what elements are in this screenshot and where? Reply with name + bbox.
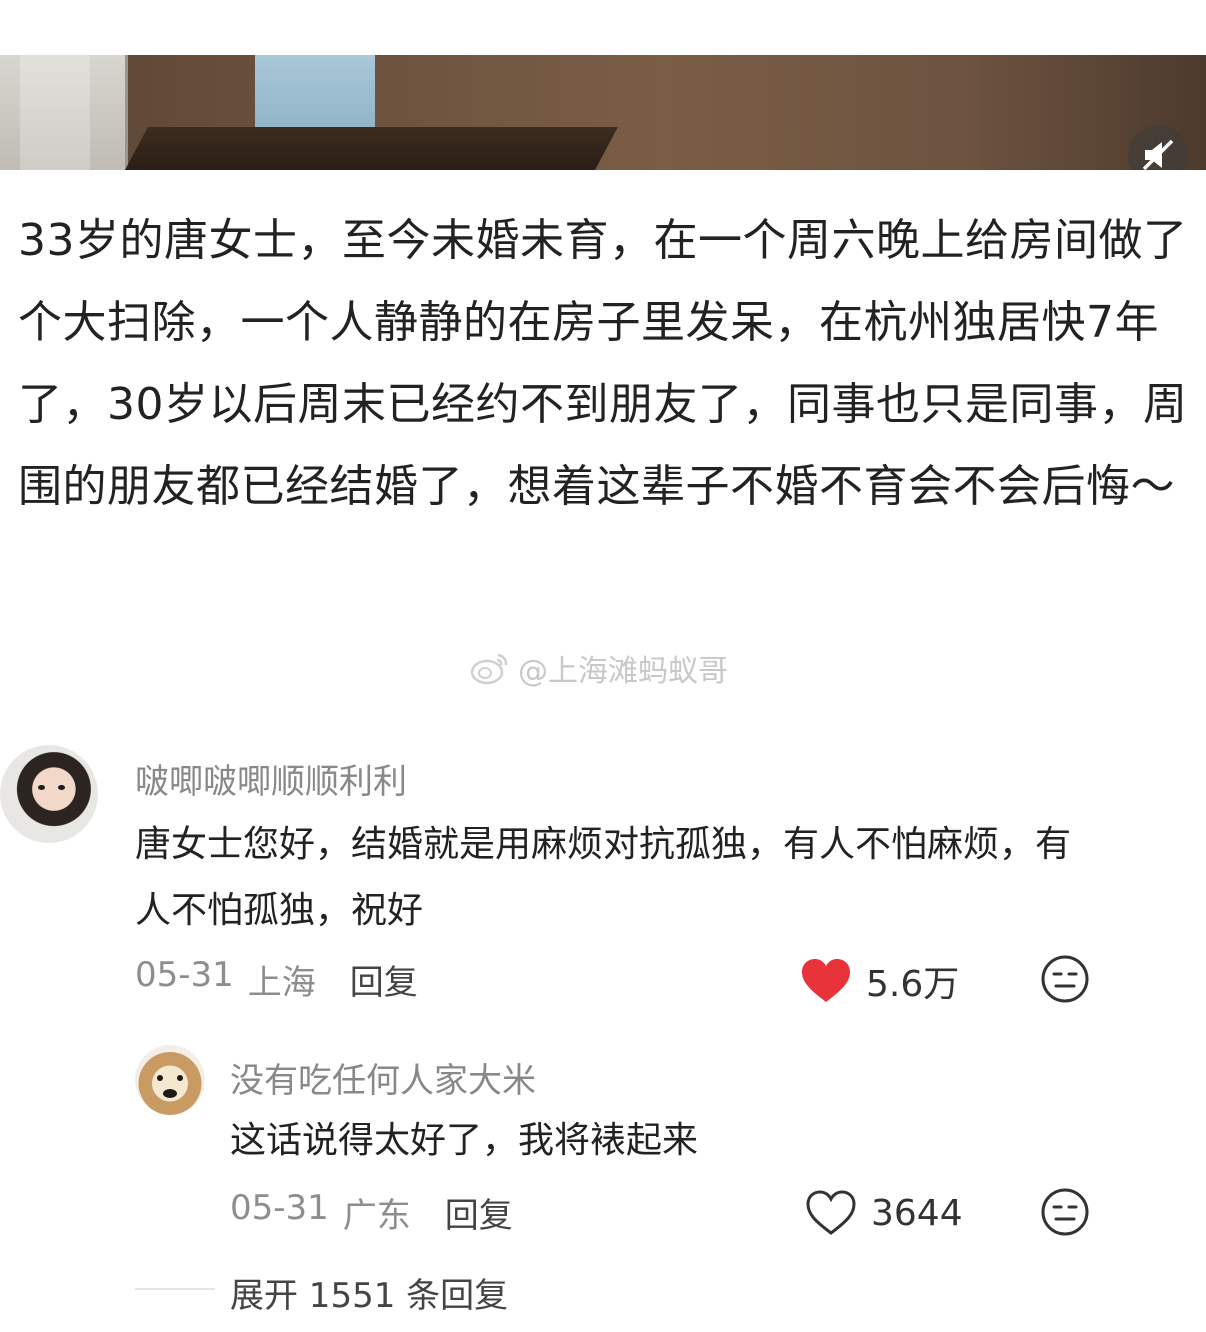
comment-text: 这话说得太好了，我将裱起来 [230,1120,699,1161]
video-scene-window [255,55,375,133]
reply-button[interactable]: 回复 [350,955,418,1004]
comment-meta: 05-31 上海 回复 [135,955,418,1004]
comment-location: 上海 [247,963,316,1003]
weibo-icon [470,653,508,685]
expand-replies-button[interactable]: 展开 1551 条回复 [230,1268,508,1317]
comment-date: 05-31 [135,955,234,995]
neutral-face-icon[interactable] [1040,1187,1090,1237]
like-count: 5.6万 [866,964,960,1005]
video-scene-sofa [0,55,128,170]
comment-username[interactable]: 没有吃任何人家大米 [230,1053,536,1102]
comment-date: 05-31 [230,1188,329,1228]
reply-button[interactable]: 回复 [445,1188,513,1237]
watermark-text: @上海滩蚂蚁哥 [518,654,728,689]
comment-text: 唐女士您好，结婚就是用麻烦对抗孤独，有人不怕麻烦，有人不怕孤独，祝好 [135,824,1072,931]
video-thumbnail[interactable] [0,55,1206,170]
like-button[interactable]: 5.6万 [800,955,959,1007]
comment-username[interactable]: 啵唧啵唧顺顺利利 [135,754,407,803]
heart-outline-icon [806,1190,856,1235]
avatar[interactable] [0,745,98,843]
avatar[interactable] [135,1045,205,1115]
comment-meta: 05-31 广东 回复 [230,1188,513,1237]
comment-location: 广东 [342,1196,411,1236]
weibo-watermark: @上海滩蚂蚁哥 [470,648,728,689]
divider [135,1288,215,1290]
post-text: 33岁的唐女士，至今未婚未育，在一个周六晚上给房间做了个大扫除，一个人静静的在房… [18,215,1188,512]
mute-button[interactable] [1128,125,1188,170]
neutral-face-icon[interactable] [1040,954,1090,1004]
like-count: 3644 [871,1192,963,1234]
video-scene-table [125,127,618,170]
like-button[interactable]: 3644 [805,1190,963,1236]
heart-filled-icon [802,959,850,1002]
speaker-muted-icon [1142,139,1174,170]
